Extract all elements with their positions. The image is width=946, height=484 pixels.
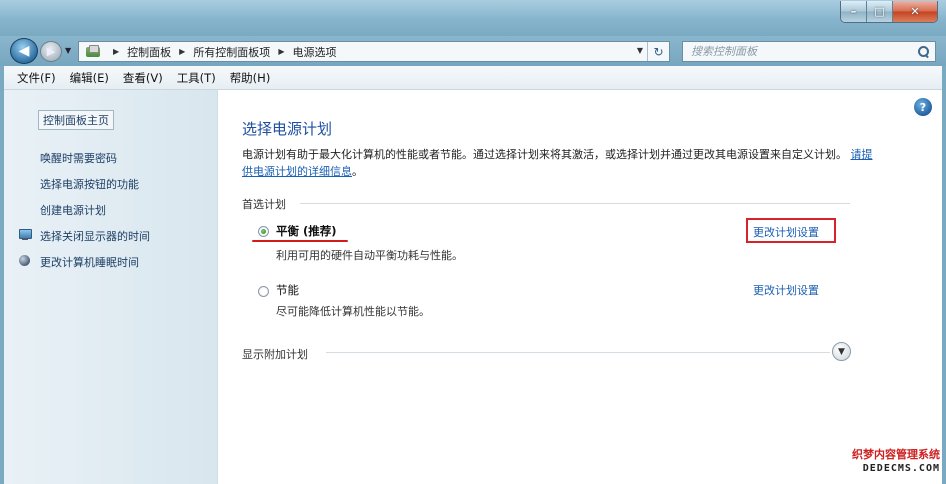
back-button[interactable]: ◀ <box>10 38 38 64</box>
menu-help[interactable]: 帮助(H) <box>223 70 278 86</box>
menu-view[interactable]: 查看(V) <box>116 70 170 86</box>
close-button[interactable]: ✕ <box>893 1 937 22</box>
chevron-down-icon: ▼ <box>838 346 845 357</box>
group-divider <box>300 203 850 204</box>
balanced-plan-radio[interactable] <box>258 226 269 237</box>
watermark-url: DEDECMS.COM <box>862 463 940 474</box>
expand-button[interactable]: ▼ <box>832 342 851 361</box>
maximize-button[interactable]: □ <box>867 1 893 22</box>
balanced-plan-description: 利用可用的硬件自动平衡功耗与性能。 <box>276 249 463 262</box>
refresh-button[interactable]: ↻ <box>647 42 669 61</box>
search-icon[interactable] <box>918 46 929 57</box>
menu-file[interactable]: 文件(F) <box>10 70 63 86</box>
preferred-plans-label: 首选计划 <box>242 198 286 211</box>
power-saver-plan-description: 尽可能降低计算机性能以节能。 <box>276 305 430 318</box>
maximize-icon: □ <box>874 5 885 18</box>
annotation-underline <box>252 240 348 242</box>
navigation-bar: ◀ ▶ ▼ ▶ 控制面板 ▶ 所有控制面板项 ▶ 电源选项 ▼ ↻ <box>0 36 946 66</box>
breadcrumb-control-panel[interactable]: 控制面板 <box>125 44 173 60</box>
sidebar-item-display-off[interactable]: 选择关闭显示器的时间 <box>40 228 150 244</box>
sleep-moon-icon <box>18 254 32 267</box>
power-saver-change-settings-link[interactable]: 更改计划设置 <box>753 282 819 298</box>
monitor-icon <box>18 228 32 241</box>
chevron-right-icon[interactable]: ▶ <box>278 47 284 56</box>
help-icon[interactable]: ? <box>914 98 932 116</box>
chevron-right-icon[interactable]: ▶ <box>113 47 119 56</box>
recent-pages-dropdown-icon[interactable]: ▼ <box>65 46 71 55</box>
minimize-icon: – <box>850 5 857 18</box>
page-title: 选择电源计划 <box>242 120 333 138</box>
power-saver-plan-name[interactable]: 节能 <box>276 282 299 298</box>
menu-tools[interactable]: 工具(T) <box>170 70 223 86</box>
close-icon: ✕ <box>910 5 920 18</box>
forward-arrow-icon: ▶ <box>46 45 56 58</box>
search-input[interactable] <box>683 42 905 61</box>
window-frame-right <box>942 66 946 484</box>
menu-edit[interactable]: 编辑(E) <box>63 70 116 86</box>
breadcrumb-all-items[interactable]: 所有控制面板项 <box>191 44 272 60</box>
forward-button[interactable]: ▶ <box>40 41 62 62</box>
description-text: 电源计划有助于最大化计算机的性能或者节能。通过选择计划来将其激活，或选择计划并通… <box>242 148 847 161</box>
title-bar: – □ ✕ <box>0 0 946 36</box>
minimize-button[interactable]: – <box>841 1 867 22</box>
group-divider <box>326 352 830 353</box>
control-panel-icon <box>85 45 101 58</box>
balanced-plan-name[interactable]: 平衡 (推荐) <box>276 223 337 239</box>
chevron-right-icon[interactable]: ▶ <box>179 47 185 56</box>
sidebar-item-create-plan[interactable]: 创建电源计划 <box>40 202 106 218</box>
balanced-change-settings-link[interactable]: 更改计划设置 <box>753 224 819 240</box>
watermark-title: 织梦内容管理系统 <box>852 448 940 461</box>
sidebar: 控制面板主页 唤醒时需要密码 选择电源按钮的功能 创建电源计划 选择关闭显示器的… <box>4 90 218 484</box>
description-end: 。 <box>352 165 363 178</box>
sidebar-home-link[interactable]: 控制面板主页 <box>38 110 114 130</box>
show-additional-plans-label[interactable]: 显示附加计划 <box>242 346 308 362</box>
sidebar-item-sleep-time[interactable]: 更改计算机睡眠时间 <box>40 254 139 270</box>
breadcrumb-power-options[interactable]: 电源选项 <box>290 44 338 60</box>
power-saver-plan-radio[interactable] <box>258 286 269 297</box>
sidebar-item-power-buttons[interactable]: 选择电源按钮的功能 <box>40 176 139 192</box>
back-arrow-icon: ◀ <box>18 43 30 59</box>
address-dropdown-icon[interactable]: ▼ <box>637 46 643 55</box>
main-content: ? 选择电源计划 电源计划有助于最大化计算机的性能或者节能。通过选择计划来将其激… <box>218 90 942 484</box>
address-bar[interactable]: ▶ 控制面板 ▶ 所有控制面板项 ▶ 电源选项 ▼ ↻ <box>78 41 670 62</box>
watermark: 织梦内容管理系统 DEDECMS.COM <box>840 448 940 476</box>
window-controls: – □ ✕ <box>840 1 938 23</box>
sidebar-item-require-password[interactable]: 唤醒时需要密码 <box>40 150 117 166</box>
search-box[interactable] <box>682 41 936 62</box>
page-description: 电源计划有助于最大化计算机的性能或者节能。通过选择计划来将其激活，或选择计划并通… <box>242 146 882 180</box>
menu-bar: 文件(F) 编辑(E) 查看(V) 工具(T) 帮助(H) <box>4 66 942 90</box>
